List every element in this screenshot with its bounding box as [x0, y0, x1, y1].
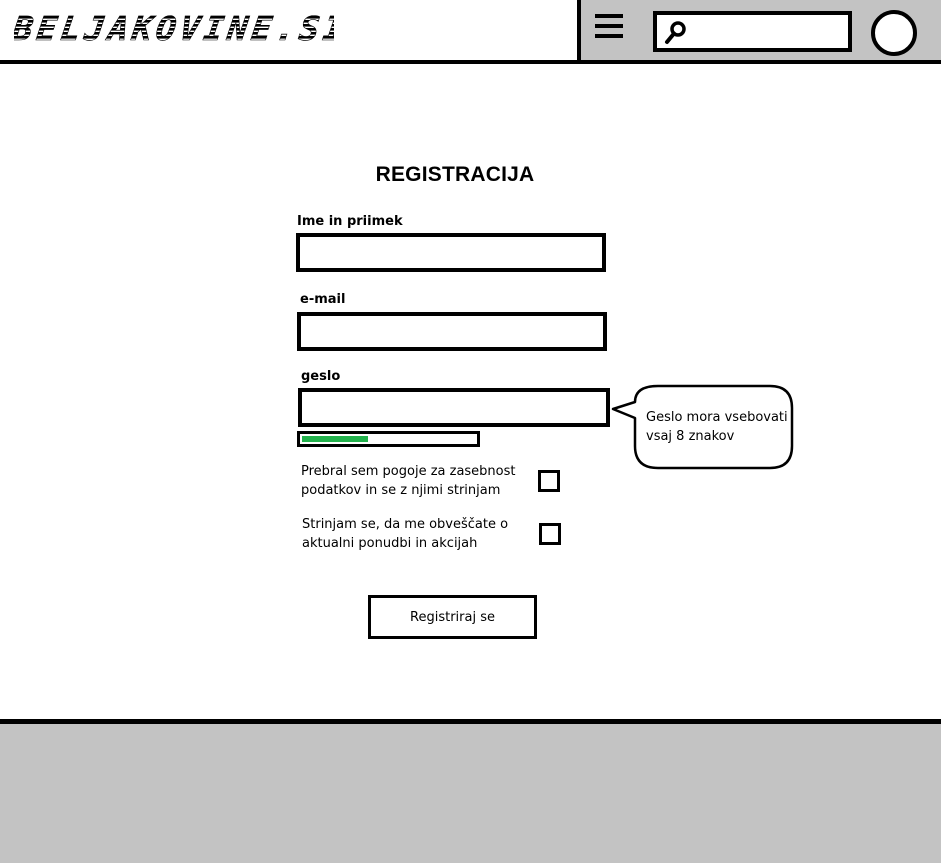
password-hint-tooltip: Geslo mora vsebovati vsaj 8 znakov: [610, 384, 795, 472]
newsletter-consent-label: Strinjam se, da me obveščate o aktualni …: [302, 517, 509, 551]
search-input[interactable]: [693, 19, 843, 45]
site-logo[interactable]: BELJAKOVINE.SI: [14, 8, 334, 48]
newsletter-consent-checkbox[interactable]: [539, 523, 561, 545]
header-tools: [577, 0, 941, 60]
email-label: e-mail: [300, 292, 346, 307]
search-box[interactable]: [653, 11, 852, 52]
password-field[interactable]: [298, 388, 610, 427]
password-hint-text: Geslo mora vsebovati vsaj 8 znakov: [646, 410, 788, 444]
password-strength-fill: [302, 436, 368, 442]
name-field[interactable]: [296, 233, 606, 272]
site-footer: [0, 719, 941, 863]
password-label: geslo: [301, 369, 341, 384]
name-label: Ime in priimek: [297, 214, 403, 229]
user-avatar[interactable]: [871, 10, 917, 56]
privacy-consent-checkbox[interactable]: [538, 470, 560, 492]
register-button[interactable]: Registriraj se: [368, 595, 537, 639]
site-header: BELJAKOVINE.SI: [0, 0, 941, 64]
email-field[interactable]: [297, 312, 607, 351]
privacy-consent-label: Prebral sem pogoje za zasebnost podatkov…: [301, 464, 516, 498]
hamburger-menu-icon[interactable]: [595, 12, 623, 40]
search-icon: [665, 21, 686, 44]
password-strength-meter: [297, 431, 480, 447]
page-title: REGISTRACIJA: [375, 163, 535, 186]
svg-text:BELJAKOVINE.SI: BELJAKOVINE.SI: [14, 9, 334, 48]
